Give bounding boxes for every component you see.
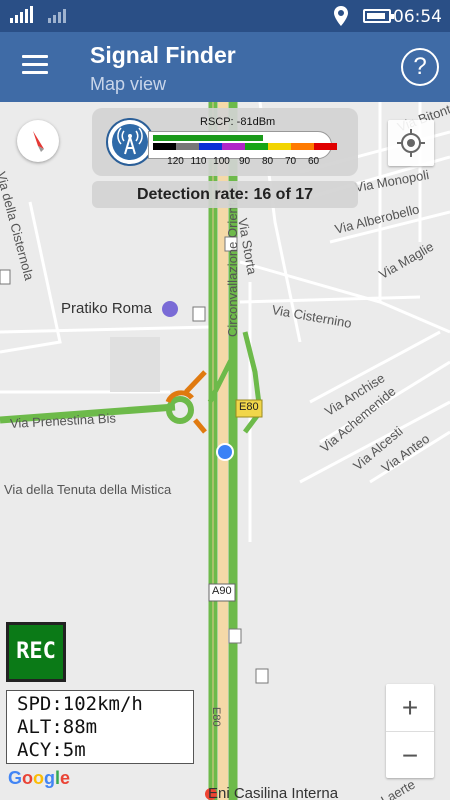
status-bar: 06:54 xyxy=(0,0,450,32)
telemetry-panel: SPD:102km/h ALT:88m ACY:5m xyxy=(6,690,194,764)
route-shield-e80: E80 xyxy=(239,401,259,413)
scale-tick-label: 80 xyxy=(261,156,274,167)
scale-tick-label: 110 xyxy=(190,156,207,167)
accuracy-row: ACY:5m xyxy=(17,739,183,762)
google-logo: Google xyxy=(8,768,71,788)
scale-tick-label: 120 xyxy=(167,156,184,167)
map-label: Circonvallazione Orientale xyxy=(225,185,240,337)
speed-row: SPD:102km/h xyxy=(17,693,183,716)
zoom-in-button[interactable]: + xyxy=(386,684,434,731)
scale-tick-label: 60 xyxy=(307,156,320,167)
altitude-value: 88m xyxy=(62,716,98,738)
app-bar: Signal Finder Map view ? xyxy=(0,32,450,102)
location-pin-icon xyxy=(334,6,348,26)
map-view[interactable]: Via della Cisternola Via Monopoli Via Al… xyxy=(0,102,450,800)
scale-color-swatch xyxy=(268,143,291,150)
route-shield-a90: A90 xyxy=(212,585,232,597)
altitude-row: ALT:88m xyxy=(17,716,183,739)
my-location-button[interactable] xyxy=(388,120,434,166)
app-title: Signal Finder xyxy=(90,42,236,68)
cell-tower-icon xyxy=(106,118,154,166)
app-subtitle: Map view xyxy=(90,74,167,94)
signal-strength-icon xyxy=(48,9,66,23)
altitude-label: ALT: xyxy=(17,716,63,738)
record-button[interactable]: REC xyxy=(6,622,66,682)
signal-level-bar xyxy=(153,135,263,141)
scale-color-swatch xyxy=(153,143,176,150)
signal-scale-ticks: 120 110 100 90 80 70 60 xyxy=(164,156,348,167)
signal-scale xyxy=(148,131,337,159)
zoom-controls: + − xyxy=(386,684,434,778)
route-label-e80: E80 xyxy=(210,707,222,727)
scale-tick-label: 70 xyxy=(284,156,297,167)
compass-button[interactable] xyxy=(17,120,59,162)
crosshair-icon xyxy=(397,129,425,157)
battery-icon xyxy=(363,9,394,23)
scale-tick-label: 90 xyxy=(238,156,251,167)
zoom-out-button[interactable]: − xyxy=(386,731,434,778)
compass-icon xyxy=(33,131,44,152)
signal-strength-icon xyxy=(10,6,33,23)
scale-color-swatch xyxy=(245,143,268,150)
scale-color-swatch xyxy=(222,143,245,150)
help-button[interactable]: ? xyxy=(401,48,439,86)
scale-tick-label: 100 xyxy=(213,156,230,167)
accuracy-label: ACY: xyxy=(17,739,63,761)
clock: 06:54 xyxy=(393,7,442,27)
detection-rate: Detection rate: 16 of 17 xyxy=(92,181,358,208)
accuracy-value: 5m xyxy=(62,739,86,761)
hamburger-menu-icon[interactable] xyxy=(22,55,48,77)
scale-color-swatch xyxy=(314,143,337,150)
map-label: Via della Tenuta della Mistica xyxy=(4,482,172,497)
scale-color-swatch xyxy=(176,143,199,150)
speed-value: 102km/h xyxy=(62,693,143,715)
map-label-poi: Eni Casilina Interna xyxy=(208,785,339,800)
scale-color-swatch xyxy=(199,143,222,150)
scale-color-swatch xyxy=(291,143,314,150)
signal-color-legend xyxy=(153,143,337,150)
speed-label: SPD: xyxy=(17,693,63,715)
rscp-value: RSCP: -81dBm xyxy=(200,116,276,128)
map-label-poi: Pratiko Roma xyxy=(61,300,152,317)
